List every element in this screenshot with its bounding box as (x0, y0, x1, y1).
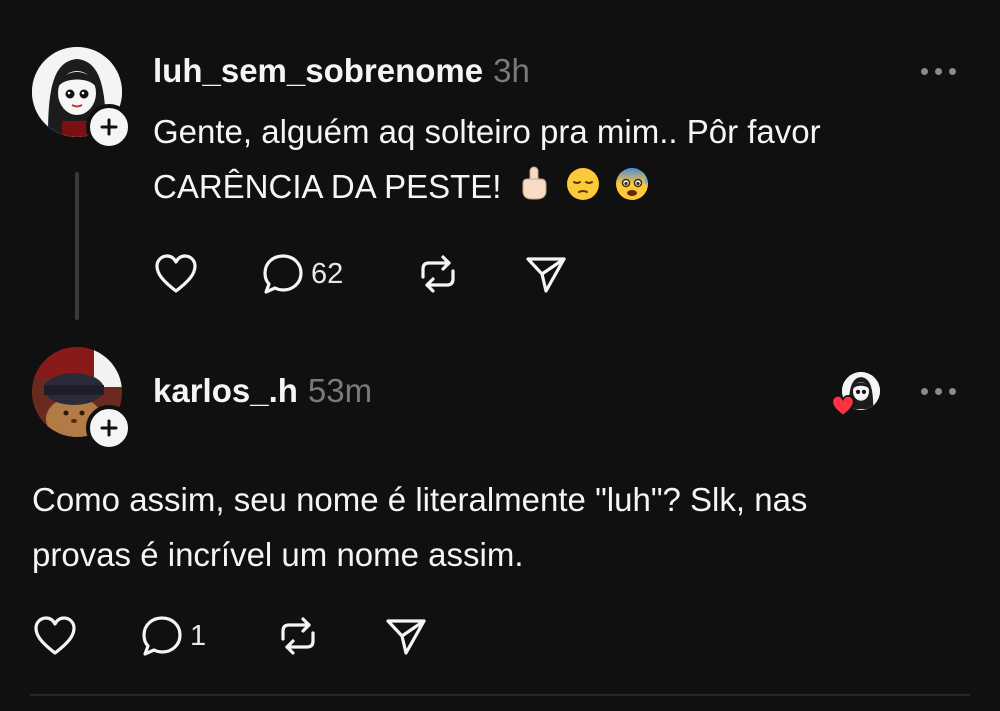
reply-count: 62 (311, 257, 344, 290)
post-divider (30, 694, 970, 696)
reply-share-button[interactable] (384, 616, 428, 656)
dot-icon (921, 68, 928, 75)
reply-button[interactable]: 62 (261, 252, 343, 296)
thread-connector-line (75, 172, 79, 320)
comment-bubble-icon (142, 616, 182, 656)
reply-text-line-1: Como assim, seu nome é literalmente "luh… (32, 481, 808, 518)
repost-icon (281, 617, 315, 655)
pensive-face-icon (566, 162, 600, 217)
share-button[interactable] (524, 254, 568, 294)
dot-icon (921, 388, 928, 395)
dot-icon (949, 68, 956, 75)
point-up-icon (517, 162, 551, 217)
reply-repost-button[interactable] (275, 615, 321, 657)
post-text-line-1: Gente, alguém aq solteiro pra mim.. Pôr … (153, 113, 821, 150)
reply-like-button[interactable] (32, 615, 78, 657)
dot-icon (935, 68, 942, 75)
heart-icon (155, 254, 197, 293)
dot-icon (935, 388, 942, 395)
reply-reply-count: 1 (190, 619, 207, 652)
dot-icon (949, 388, 956, 395)
post-text-line-2-content: CARÊNCIA DA PESTE! (153, 168, 502, 205)
thread-screen: luh_sem_sobrenome 3h Gente, alguém aq sol… (0, 0, 1000, 711)
reply-username[interactable]: karlos_.h (153, 372, 298, 409)
repost-button[interactable] (415, 253, 461, 295)
send-icon (526, 257, 566, 293)
reply-text: Como assim, seu nome é literalmente "luh… (32, 472, 807, 582)
red-heart-icon (831, 394, 855, 417)
repost-icon (421, 255, 455, 293)
plus-icon (100, 419, 118, 437)
post-username[interactable]: luh_sem_sobrenome (153, 52, 483, 89)
heart-icon (34, 616, 76, 655)
post-author-header: luh_sem_sobrenome 3h (153, 52, 530, 90)
reply-reply-button[interactable]: 1 (140, 614, 206, 658)
post-timestamp: 3h (493, 52, 530, 89)
post-text: Gente, alguém aq solteiro pra mim.. Pôr … (153, 104, 821, 217)
reply-timestamp: 53m (307, 372, 373, 409)
follow-button-karlos[interactable] (86, 405, 132, 451)
like-button[interactable] (153, 253, 199, 295)
liked-by-author-badge (830, 372, 884, 420)
post-text-line-2: CARÊNCIA DA PESTE! (153, 159, 821, 217)
reply-more-options-button[interactable] (921, 388, 956, 395)
plus-icon (100, 118, 118, 136)
reply-author-header: karlos_.h 53m (153, 372, 372, 410)
post-more-options-button[interactable] (921, 68, 956, 75)
reply-text-line-2: provas é incrível um nome assim. (32, 536, 524, 573)
follow-button-luh[interactable] (86, 104, 132, 150)
send-icon (386, 619, 426, 655)
comment-bubble-icon (263, 254, 303, 294)
anxious-face-icon (615, 162, 651, 217)
